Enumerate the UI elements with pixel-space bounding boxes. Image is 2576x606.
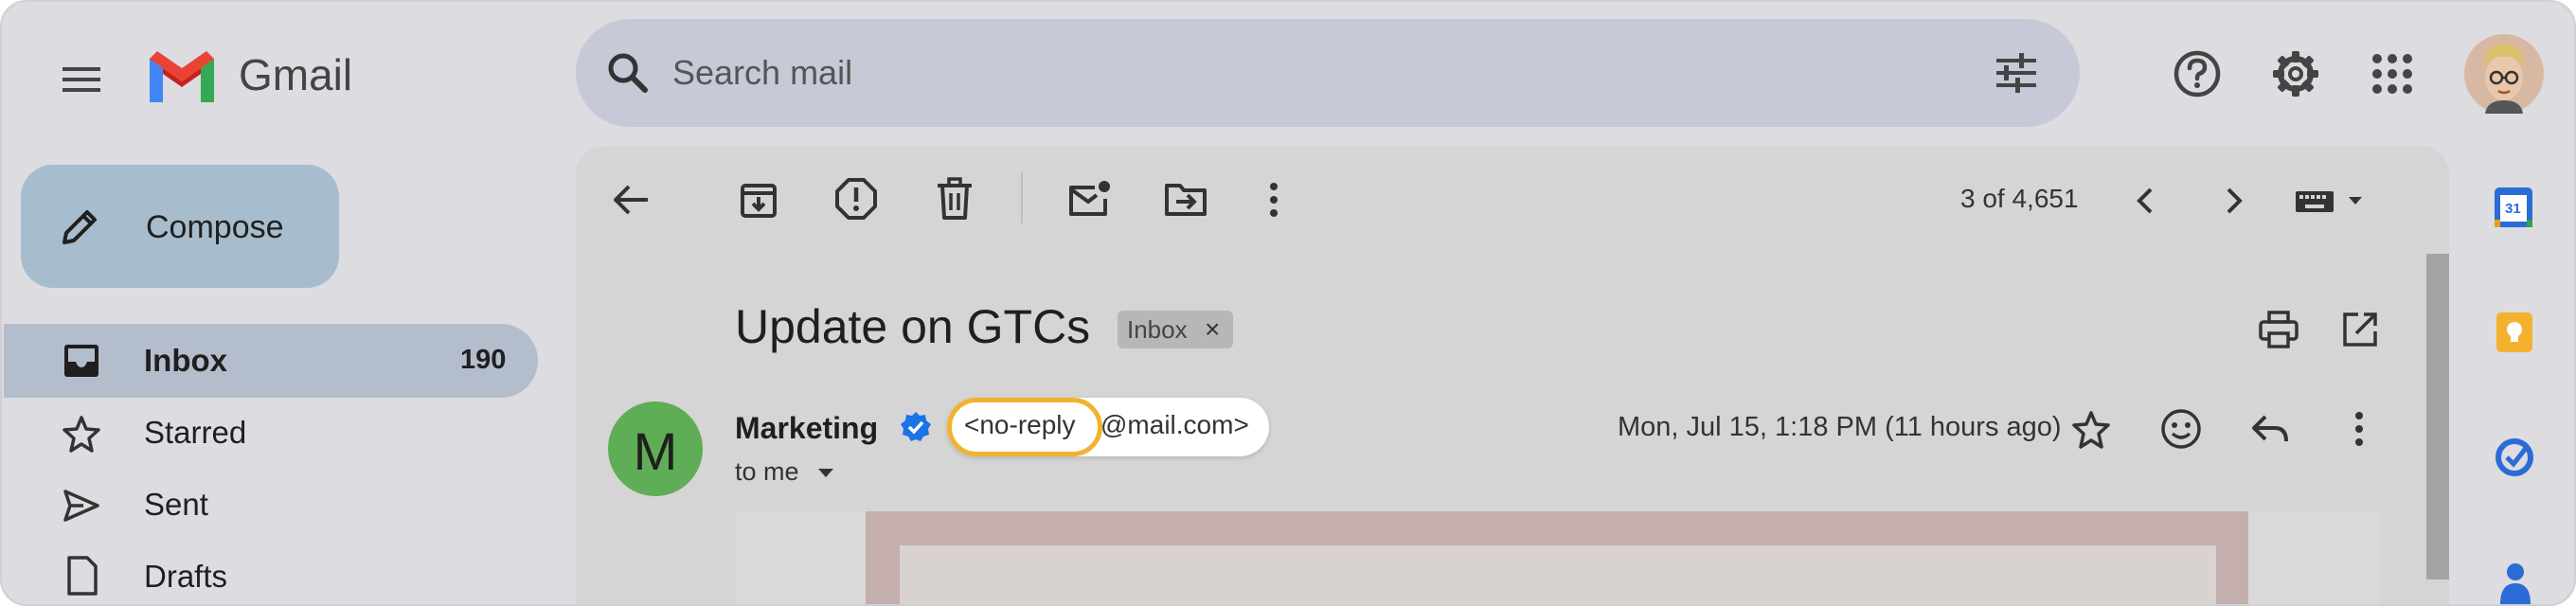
avatar[interactable] — [2464, 34, 2544, 114]
main-menu-button[interactable] — [53, 51, 110, 108]
reply-button[interactable] — [2248, 409, 2292, 451]
pagination-text: 3 of 4,651 — [1960, 184, 2079, 213]
archive-button[interactable] — [737, 178, 780, 222]
keyboard-icon — [2296, 191, 2362, 212]
settings-button[interactable] — [2269, 47, 2322, 100]
contacts-addon[interactable] — [2498, 561, 2532, 604]
pencil-icon — [63, 210, 97, 244]
search-input[interactable]: Search mail — [672, 53, 852, 93]
sender-email-local: <no-reply — [964, 410, 1076, 439]
tune-icon[interactable] — [1993, 51, 2040, 95]
newer-button[interactable] — [2129, 182, 2163, 220]
archive-icon — [741, 184, 777, 218]
calendar-day: 31 — [2505, 201, 2521, 217]
sidebar-item-sent[interactable]: Sent — [4, 470, 538, 542]
calendar-addon[interactable]: 31 — [2493, 186, 2534, 229]
delete-button[interactable] — [934, 176, 975, 222]
send-icon — [63, 490, 99, 522]
add-reaction-button[interactable] — [2159, 407, 2203, 451]
help-icon — [2174, 50, 2221, 98]
more-vert-icon — [2355, 412, 2363, 446]
move-to-button[interactable] — [1163, 178, 1208, 222]
tasks-icon — [2496, 438, 2533, 476]
menu-icon — [63, 67, 100, 92]
back-icon — [614, 185, 648, 215]
sidebar-item-label: Starred — [144, 415, 247, 450]
mark-unread-button[interactable] — [1066, 178, 1112, 222]
label-chip-inbox[interactable]: Inbox × — [1118, 311, 1233, 348]
sidebar-item-label: Drafts — [144, 559, 228, 594]
message-more-button[interactable] — [2345, 407, 2373, 451]
star-icon — [63, 416, 100, 453]
recipient-toggle[interactable]: to me — [735, 457, 799, 487]
keep-icon — [2496, 312, 2532, 352]
remove-label-button[interactable]: × — [1205, 314, 1220, 345]
label-chip-text: Inbox — [1127, 315, 1188, 344]
compose-label: Compose — [146, 209, 284, 245]
open-in-new-window-button[interactable] — [2339, 309, 2381, 350]
chevron-right-icon — [2227, 187, 2243, 214]
toolbar-divider — [1021, 172, 1023, 223]
tasks-addon[interactable] — [2495, 437, 2534, 477]
chevron-down-icon[interactable] — [816, 466, 835, 479]
gmail-logo[interactable] — [144, 45, 220, 104]
compose-button[interactable]: Compose — [21, 165, 339, 288]
more-vert-icon — [1270, 183, 1278, 217]
sender-initial: M — [633, 421, 678, 481]
keep-addon[interactable] — [2495, 311, 2534, 354]
settings-icon — [2273, 51, 2318, 97]
draft-icon — [67, 556, 98, 596]
sidebar-item-starred[interactable]: Starred — [4, 398, 538, 470]
help-button[interactable] — [2171, 47, 2224, 100]
verified-badge — [900, 411, 932, 443]
sidebar-item-inbox[interactable]: Inbox 190 — [4, 324, 538, 398]
star-icon — [2072, 411, 2110, 449]
more-options-button[interactable] — [1260, 178, 1288, 222]
verified-icon — [901, 412, 931, 441]
gmail-window: Gmail Search mail Compose Inbox 190 Star… — [0, 0, 2576, 606]
chevron-left-icon — [2137, 187, 2153, 214]
sidebar-item-drafts[interactable]: Drafts — [4, 542, 538, 604]
sidebar-item-label: Sent — [144, 487, 208, 522]
sender-avatar[interactable]: M — [608, 401, 703, 496]
search-bar[interactable]: Search mail — [576, 19, 2080, 127]
back-button[interactable] — [610, 178, 653, 222]
unread-count: 190 — [460, 345, 507, 375]
mark-unread-icon — [1069, 181, 1110, 216]
sender-email-domain: @mail.com> — [1100, 410, 1249, 439]
print-icon — [2259, 311, 2299, 348]
report-spam-icon — [835, 178, 877, 220]
reply-icon — [2252, 415, 2288, 442]
email-subject: Update on GTCs — [735, 300, 1091, 353]
google-apps-button[interactable] — [2370, 51, 2415, 97]
report-spam-button[interactable] — [833, 176, 879, 222]
star-button[interactable] — [2070, 409, 2112, 451]
input-tools-button[interactable] — [2294, 187, 2366, 216]
older-button[interactable] — [2216, 182, 2250, 220]
delete-icon — [938, 177, 972, 220]
apps-icon — [2372, 54, 2412, 94]
emoji-icon — [2161, 409, 2201, 449]
search-icon — [608, 53, 648, 93]
contacts-icon — [2500, 563, 2531, 604]
move-to-icon — [1165, 184, 1207, 216]
scrollbar[interactable] — [2426, 254, 2449, 579]
open-in-new-icon — [2343, 312, 2377, 347]
print-button[interactable] — [2258, 309, 2299, 350]
email-body-content — [900, 545, 2216, 604]
inbox-icon — [64, 345, 98, 377]
email-date: Mon, Jul 15, 1:18 PM (11 hours ago) — [1618, 412, 2062, 442]
app-title: Gmail — [239, 50, 353, 99]
sidebar-item-label: Inbox — [144, 343, 227, 378]
sender-name[interactable]: Marketing — [735, 411, 878, 446]
